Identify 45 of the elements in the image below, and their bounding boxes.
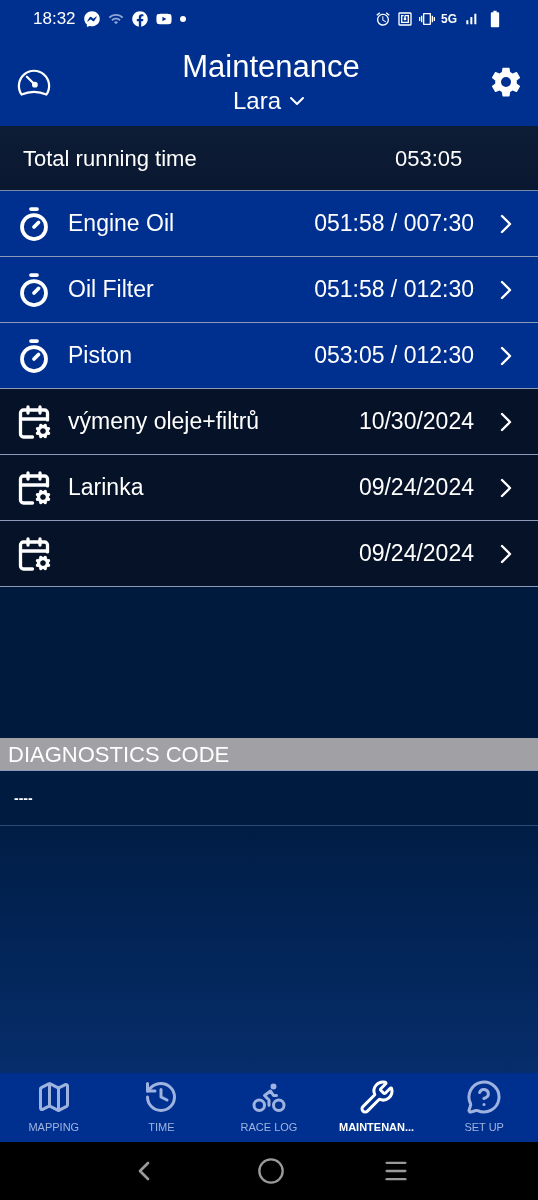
youtube-icon: [155, 11, 172, 27]
section-title: DIAGNOSTICS CODE: [8, 740, 230, 769]
item-name: Engine Oil: [68, 209, 175, 239]
vibration-icon: [419, 11, 435, 27]
nfc-icon: [397, 11, 413, 27]
wrench-icon: [358, 1079, 395, 1116]
total-time-value: 053:05: [395, 144, 464, 173]
nav-tab[interactable]: SET UP: [430, 1073, 538, 1142]
item-value: 051:58 / 007:30: [314, 209, 474, 239]
diagnostics-code: ----: [14, 788, 33, 808]
wifi-icon: [107, 11, 124, 27]
messenger-icon: [83, 11, 100, 27]
item-value: 09/24/2024: [358, 539, 474, 569]
nav-tab[interactable]: RACE LOG: [215, 1073, 323, 1142]
nav-tab[interactable]: MAPPING: [0, 1073, 108, 1142]
help-icon: [466, 1079, 503, 1116]
maintenance-row[interactable]: Larinka 09/24/2024: [0, 455, 538, 521]
network-type: 5G: [441, 11, 457, 28]
maintenance-row[interactable]: 09/24/2024: [0, 521, 538, 587]
item-name: Piston: [68, 341, 132, 371]
item-name: výmeny oleje+filtrů: [68, 407, 260, 437]
item-value: 053:05 / 012:30: [314, 341, 474, 371]
alarm-icon: [375, 11, 391, 27]
profile-dropdown[interactable]: Lara: [232, 86, 309, 116]
total-time-label: Total running time: [23, 144, 198, 173]
item-value: 10/30/2024: [358, 407, 474, 437]
item-name: Larinka: [68, 473, 144, 503]
signal-icon: [463, 11, 479, 27]
maintenance-row[interactable]: Engine Oil 051:58 / 007:30: [0, 191, 538, 257]
calendar-gear-icon: [16, 535, 52, 572]
maintenance-row[interactable]: Piston 053:05 / 012:30: [0, 323, 538, 389]
calendar-gear-icon: [16, 403, 52, 440]
item-value: 051:58 / 012:30: [314, 275, 474, 305]
item-value: 09/24/2024: [358, 473, 474, 503]
clock-time: 18:32: [33, 8, 76, 31]
nav-tab[interactable]: MAINTENAN...: [322, 1073, 431, 1142]
calendar-gear-icon: [16, 469, 52, 506]
nav-tab[interactable]: TIME: [107, 1073, 216, 1142]
maintenance-row[interactable]: Oil Filter 051:58 / 012:30: [0, 257, 538, 323]
home-icon[interactable]: [257, 1157, 285, 1185]
facebook-icon: [131, 11, 148, 27]
page-title: Maintenance: [182, 48, 360, 86]
settings-icon[interactable]: [490, 66, 522, 98]
maintenance-row[interactable]: výmeny oleje+filtrů 10/30/2024: [0, 389, 538, 455]
item-name: Oil Filter: [68, 275, 154, 305]
